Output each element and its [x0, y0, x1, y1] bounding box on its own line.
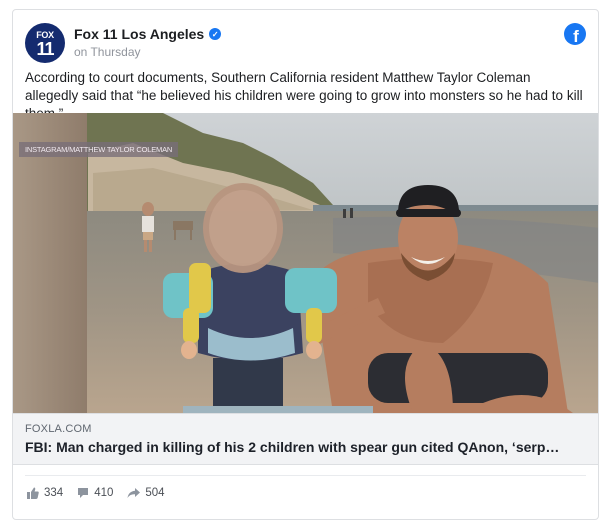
beach-photo — [13, 113, 598, 413]
engagement-stats: 334 410 504 — [27, 487, 179, 499]
photo-credit-caption: INSTAGRAM/MATTHEW TAYLOR COLEMAN — [19, 142, 179, 157]
post-photo[interactable]: INSTAGRAM/MATTHEW TAYLOR COLEMAN — [13, 113, 598, 413]
post-timestamp[interactable]: on Thursday — [74, 45, 141, 59]
comment-count: 410 — [94, 487, 114, 499]
post-card: FOX 11 Fox 11 Los Angeles ✓ on Thursday … — [12, 9, 599, 520]
footer-divider — [25, 475, 586, 476]
comment-count-stat[interactable]: 410 — [77, 487, 113, 499]
link-preview[interactable]: FOXLA.COM FBI: Man charged in killing of… — [13, 413, 598, 465]
verified-badge-icon: ✓ — [209, 28, 222, 40]
like-count-stat[interactable]: 334 — [27, 487, 63, 499]
share-count-stat[interactable]: 504 — [127, 487, 165, 499]
page-name-row: Fox 11 Los Angeles ✓ — [74, 26, 222, 42]
share-count: 504 — [145, 487, 165, 499]
post-header: FOX 11 Fox 11 Los Angeles ✓ on Thursday … — [25, 23, 586, 63]
facebook-icon[interactable]: f — [564, 23, 586, 45]
share-arrow-icon — [127, 488, 141, 498]
avatar-logo-number: 11 — [36, 38, 54, 59]
like-count: 334 — [44, 487, 64, 499]
page-name[interactable]: Fox 11 Los Angeles — [74, 26, 204, 42]
comment-icon — [78, 488, 89, 498]
link-title[interactable]: FBI: Man charged in killing of his 2 chi… — [25, 439, 590, 455]
link-domain: FOXLA.COM — [25, 423, 92, 435]
thumbs-up-icon — [27, 487, 39, 499]
page-avatar[interactable]: FOX 11 — [25, 23, 65, 63]
